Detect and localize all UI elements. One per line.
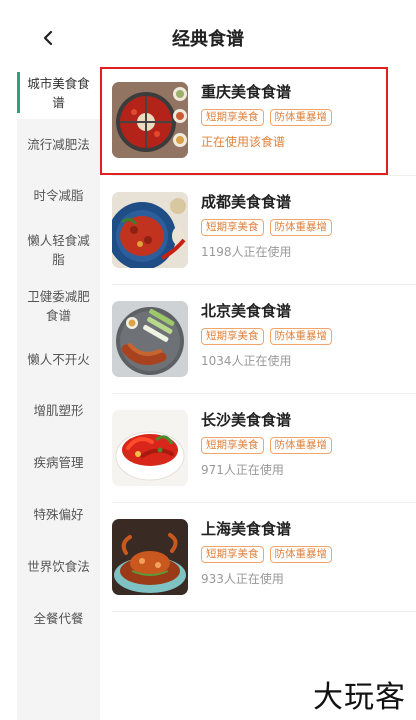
sidebar-item-lazy-light[interactable]: 懒人轻食减脂 (17, 221, 100, 278)
active-indicator (17, 72, 20, 113)
recipe-info: 长沙美食食谱 短期享美食 防体重暴增 971人正在使用 (201, 410, 406, 478)
recipe-card-chengdu[interactable]: 成都美食食谱 短期享美食 防体重暴增 1198人正在使用 (100, 176, 416, 284)
recipe-info: 成都美食食谱 短期享美食 防体重暴增 1198人正在使用 (201, 192, 406, 260)
sidebar-item-label: 懒人轻食减脂 (27, 232, 90, 267)
hotpot-image (112, 82, 188, 158)
crab-image (112, 519, 188, 595)
tag-short-term: 短期享美食 (201, 219, 264, 236)
sidebar-item-disease[interactable]: 疾病管理 (17, 436, 100, 488)
sidebar-item-label: 时令减脂 (33, 187, 84, 203)
tag-short-term: 短期享美食 (201, 109, 264, 126)
tag-weight-control: 防体重暴增 (269, 219, 332, 236)
recipe-info: 上海美食食谱 短期享美食 防体重暴增 933人正在使用 (201, 519, 406, 587)
sidebar-item-label: 卫健委减肥食谱 (27, 289, 90, 323)
recipe-name: 重庆美食食谱 (201, 83, 292, 101)
recipe-card-beijing[interactable]: 北京美食食谱 短期享美食 防体重暴增 1034人正在使用 (100, 285, 416, 393)
recipe-status: 正在使用该食谱 (201, 135, 286, 149)
tag-short-term: 短期享美食 (201, 328, 264, 345)
roast-duck-image (112, 301, 188, 377)
tag-weight-control: 防体重暴增 (269, 328, 332, 345)
recipe-status: 1198人正在使用 (201, 245, 292, 259)
tag-weight-control: 防体重暴增 (269, 546, 332, 563)
sidebar-item-muscle[interactable]: 增肌塑形 (17, 384, 100, 436)
sidebar-item-world-diet[interactable]: 世界饮食法 (17, 540, 100, 592)
sidebar-item-label: 疾病管理 (33, 454, 84, 470)
recipe-card-shanghai[interactable]: 上海美食食谱 短期享美食 防体重暴增 933人正在使用 (100, 503, 416, 611)
recipe-card-chongqing[interactable]: 重庆美食食谱 短期享美食 防体重暴增 正在使用该食谱 (100, 66, 416, 175)
category-sidebar: 城市美食食谱 流行减肥法 时令减脂 懒人轻食减脂 卫健委减肥食谱 懒人不开火 增… (17, 66, 100, 720)
sidebar-item-label: 世界饮食法 (27, 558, 90, 574)
recipe-tags: 短期享美食 防体重暴增 (201, 328, 406, 345)
sidebar-item-popular-diet[interactable]: 流行减肥法 (17, 119, 100, 169)
recipe-status: 1034人正在使用 (201, 354, 292, 368)
recipe-tags: 短期享美食 防体重暴增 (201, 109, 406, 126)
tag-weight-control: 防体重暴增 (269, 109, 332, 126)
sidebar-item-label: 特殊偏好 (33, 506, 84, 522)
sidebar-item-health-commission[interactable]: 卫健委减肥食谱 (17, 278, 100, 334)
recipe-tags: 短期享美食 防体重暴增 (201, 546, 406, 563)
divider (112, 611, 416, 612)
recipe-info: 重庆美食食谱 短期享美食 防体重暴增 正在使用该食谱 (201, 82, 406, 150)
page-title: 经典食谱 (172, 29, 244, 50)
spicy-dish-image (112, 410, 188, 486)
sidebar-item-label: 懒人不开火 (27, 351, 90, 367)
tag-short-term: 短期享美食 (201, 437, 264, 454)
recipe-status: 971人正在使用 (201, 463, 284, 477)
sidebar-item-label: 全餐代餐 (33, 610, 84, 626)
recipe-tags: 短期享美食 防体重暴增 (201, 219, 406, 236)
recipe-status: 933人正在使用 (201, 572, 284, 586)
sidebar-item-label: 增肌塑形 (33, 402, 84, 418)
sidebar-item-label: 流行减肥法 (27, 136, 90, 152)
recipe-list: 重庆美食食谱 短期享美食 防体重暴增 正在使用该食谱 成都美食食谱 短期享美食 … (100, 66, 416, 720)
sidebar-item-label: 城市美食食谱 (27, 75, 90, 110)
sidebar-item-meal-replacement[interactable]: 全餐代餐 (17, 592, 100, 644)
recipe-card-changsha[interactable]: 长沙美食食谱 短期享美食 防体重暴增 971人正在使用 (100, 394, 416, 502)
recipe-name: 成都美食食谱 (201, 193, 292, 211)
recipe-name: 长沙美食食谱 (201, 411, 292, 429)
chili-chicken-image (112, 192, 188, 268)
recipe-name: 北京美食食谱 (201, 302, 292, 320)
sidebar-item-city-food[interactable]: 城市美食食谱 (17, 66, 100, 119)
recipe-info: 北京美食食谱 短期享美食 防体重暴增 1034人正在使用 (201, 301, 406, 369)
sidebar-item-special[interactable]: 特殊偏好 (17, 488, 100, 540)
sidebar-item-seasonal[interactable]: 时令减脂 (17, 169, 100, 221)
tag-short-term: 短期享美食 (201, 546, 264, 563)
sidebar-item-no-cook[interactable]: 懒人不开火 (17, 334, 100, 384)
recipe-tags: 短期享美食 防体重暴增 (201, 437, 406, 454)
tag-weight-control: 防体重暴增 (269, 437, 332, 454)
recipe-name: 上海美食食谱 (201, 520, 292, 538)
watermark-logo: 大玩客 (313, 680, 406, 715)
